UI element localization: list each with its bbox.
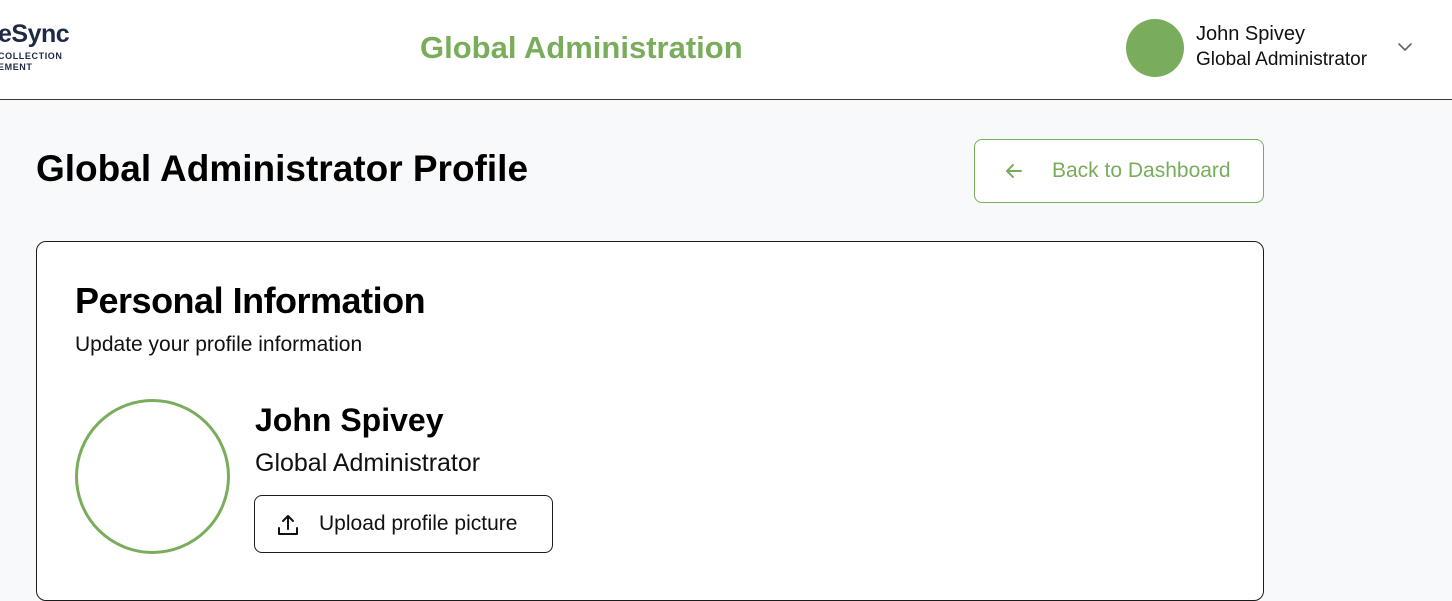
user-menu-trigger[interactable]: John Spivey Global Administrator xyxy=(1126,18,1426,78)
arrow-left-icon xyxy=(1006,164,1022,178)
profile-avatar xyxy=(75,399,230,554)
profile-name: John Spivey xyxy=(255,402,444,438)
chevron-down-icon[interactable] xyxy=(1396,38,1414,56)
logo-main-text: eSync xyxy=(0,20,70,48)
app-title: Global Administration xyxy=(420,30,743,65)
upload-profile-picture-button[interactable]: Upload profile picture xyxy=(254,495,553,553)
logo-subtitle-line-2: EMENT xyxy=(0,62,33,72)
user-avatar xyxy=(1126,19,1184,77)
card-subtitle: Update your profile information xyxy=(75,333,363,356)
upload-profile-picture-label: Upload profile picture xyxy=(319,512,518,535)
back-to-dashboard-label: Back to Dashboard xyxy=(1052,159,1231,182)
top-navigation-bar: eSync COLLECTION EMENT Global Administra… xyxy=(0,0,1452,100)
company-logo[interactable]: eSync COLLECTION EMENT xyxy=(0,20,78,76)
profile-role: Global Administrator xyxy=(255,449,481,477)
back-to-dashboard-button[interactable]: Back to Dashboard xyxy=(974,139,1264,203)
user-name: John Spivey xyxy=(1196,23,1305,45)
personal-information-card: Personal Information Update your profile… xyxy=(36,241,1264,601)
logo-subtitle-line-1: COLLECTION xyxy=(0,51,63,61)
user-role: Global Administrator xyxy=(1196,49,1368,70)
upload-icon xyxy=(278,515,298,535)
page-title: Global Administrator Profile xyxy=(36,148,529,189)
card-title: Personal Information xyxy=(75,280,426,321)
